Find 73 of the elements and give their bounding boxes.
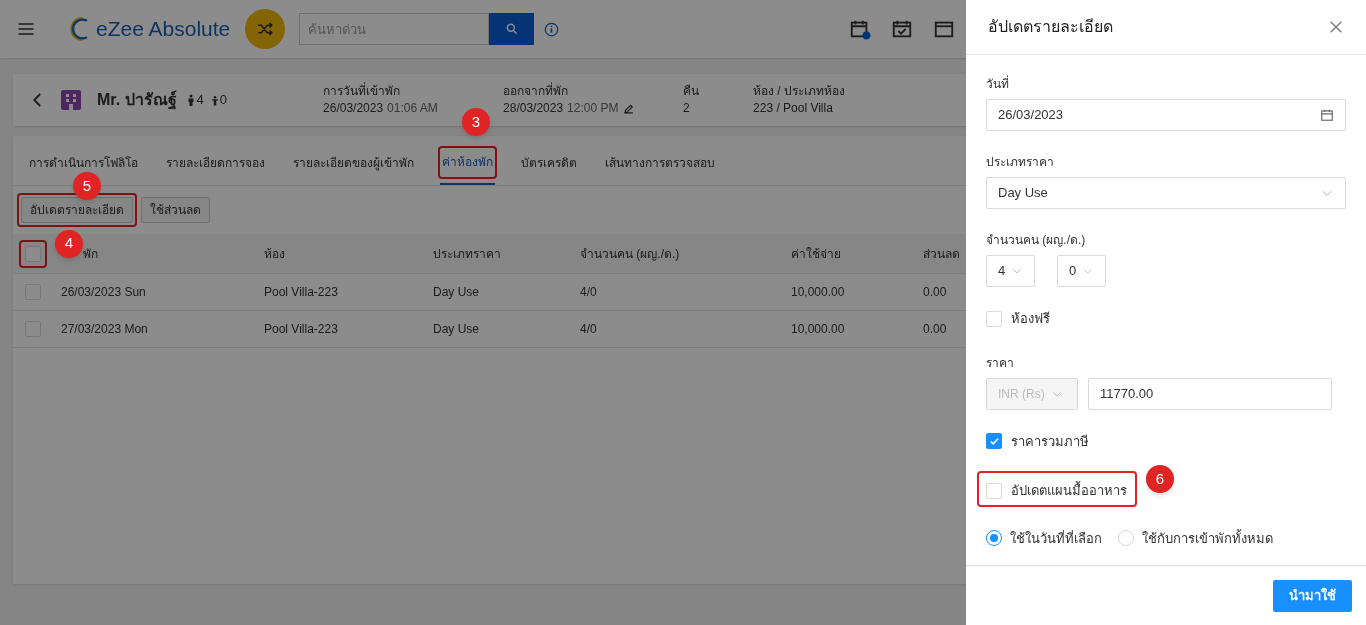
field-label: วันที่ (986, 75, 1010, 93)
calendar-check-icon (891, 18, 913, 40)
date-field[interactable]: 26/03/2023 (986, 99, 1346, 131)
checkbox-label: ห้องฟรี (1011, 310, 1050, 328)
pencil-icon[interactable] (622, 102, 636, 115)
guest-name: Mr. ปารัณฐ์ (97, 89, 177, 112)
shuffle-icon (256, 20, 275, 38)
date-text: 28/03/2023 (503, 100, 564, 117)
apply-button[interactable]: นำมาใช้ (1273, 579, 1352, 612)
tab[interactable]: เส้นทางการตรวจสอบ (603, 145, 717, 185)
rate-input[interactable]: 11770.00 (1088, 377, 1332, 410)
field-label: ห้อง / ประเภทห้อง (753, 83, 847, 100)
table-cell-text: Pool Villa-223 (264, 321, 339, 338)
table-cell-text: 27/03/2023 Mon (61, 321, 149, 338)
checkbox[interactable] (986, 433, 1002, 450)
column-header: พัก (83, 246, 98, 261)
tab[interactable]: ค่าห้องพัก (440, 145, 495, 185)
action-button[interactable]: ใช้ส่วนลด (141, 197, 210, 223)
child-count: 0 (219, 91, 228, 110)
rate-type-dropdown[interactable]: Day Use (986, 177, 1346, 209)
radio-label: ใช้ในวันที่ที่เลือก (1010, 529, 1102, 548)
adult-count: 4 (196, 91, 204, 110)
step-badge: 5 (73, 172, 101, 200)
brand-name: eZee Absolute (96, 16, 231, 43)
field-label: จำนวนคน (ผญ./ด.) (986, 232, 1087, 249)
field-value: 2 (683, 100, 690, 117)
field-label: ออกจากที่พัก (503, 83, 570, 100)
search-field[interactable]: ค้นหาด่วน (299, 13, 490, 45)
step-badge: 6 (1146, 465, 1174, 493)
shuffle-button[interactable] (245, 9, 286, 49)
checkmark-icon (988, 435, 1000, 447)
table-cell-text: 0.00 (923, 284, 948, 301)
field-label: ประเภทราคา (986, 154, 1055, 171)
adults-dropdown[interactable]: 4 (986, 255, 1035, 287)
table-cell-text: 10,000.00 (791, 284, 846, 301)
table-cell-text: Pool Villa-223 (264, 284, 339, 301)
date-text: 26/03/2023 (323, 100, 384, 117)
field-label: ราคา (986, 354, 1015, 372)
children-dropdown[interactable]: 0 (1057, 255, 1106, 287)
tab[interactable]: รายละเอียดของผู้เข้าพัก (291, 145, 416, 185)
time-text: 01:06 AM (387, 100, 438, 117)
time-text: 12:00 PM (567, 100, 619, 117)
column-header: ส่วนลด (923, 246, 960, 261)
column-header: ประเภทราคา (433, 246, 501, 261)
column-header: จำนวนคน (ผญ./ด.) (580, 246, 680, 261)
step-badge: 4 (55, 229, 83, 258)
table-cell-text: Day Use (433, 321, 480, 338)
table-cell-text: 0.00 (923, 321, 948, 338)
table-cell-text: 4/0 (580, 321, 598, 338)
drawer-title: อัปเดตรายละเอียด (988, 17, 1113, 37)
radio-label: ใช้กับการเข้าพักทั้งหมด (1142, 528, 1273, 548)
field-value: 223 / Pool Villa (753, 100, 833, 117)
column-header: ค่าใช้จ่าย (791, 246, 841, 261)
table-cell-text: 4/0 (580, 284, 598, 301)
field-label: การวันที่เข้าพัก (323, 83, 402, 100)
table-cell-text: Day Use (433, 284, 480, 301)
checkbox-label: อัปเดตแผนมื้ออาหาร (1011, 481, 1127, 500)
column-header: ห้อง (264, 246, 285, 261)
calendar-icon (1320, 108, 1334, 122)
field-label: คืน (683, 83, 701, 100)
close-icon[interactable] (1328, 19, 1344, 35)
calendar-add-icon (849, 18, 871, 40)
step-badge: 3 (462, 108, 490, 136)
building-icon (59, 88, 83, 112)
table-cell-text: 10,000.00 (791, 321, 846, 338)
info-icon (544, 21, 560, 37)
search-icon (504, 22, 519, 36)
tab[interactable]: บัตรเครดิต (519, 145, 579, 185)
checkbox-label: ราคารวมภาษี (1011, 432, 1089, 451)
tab[interactable]: รายละเอียดการจอง (164, 145, 267, 185)
search-button[interactable] (489, 13, 535, 45)
action-button[interactable]: อัปเดตรายละเอียด (21, 197, 133, 223)
table-cell-text: 26/03/2023 Sun (61, 284, 147, 301)
